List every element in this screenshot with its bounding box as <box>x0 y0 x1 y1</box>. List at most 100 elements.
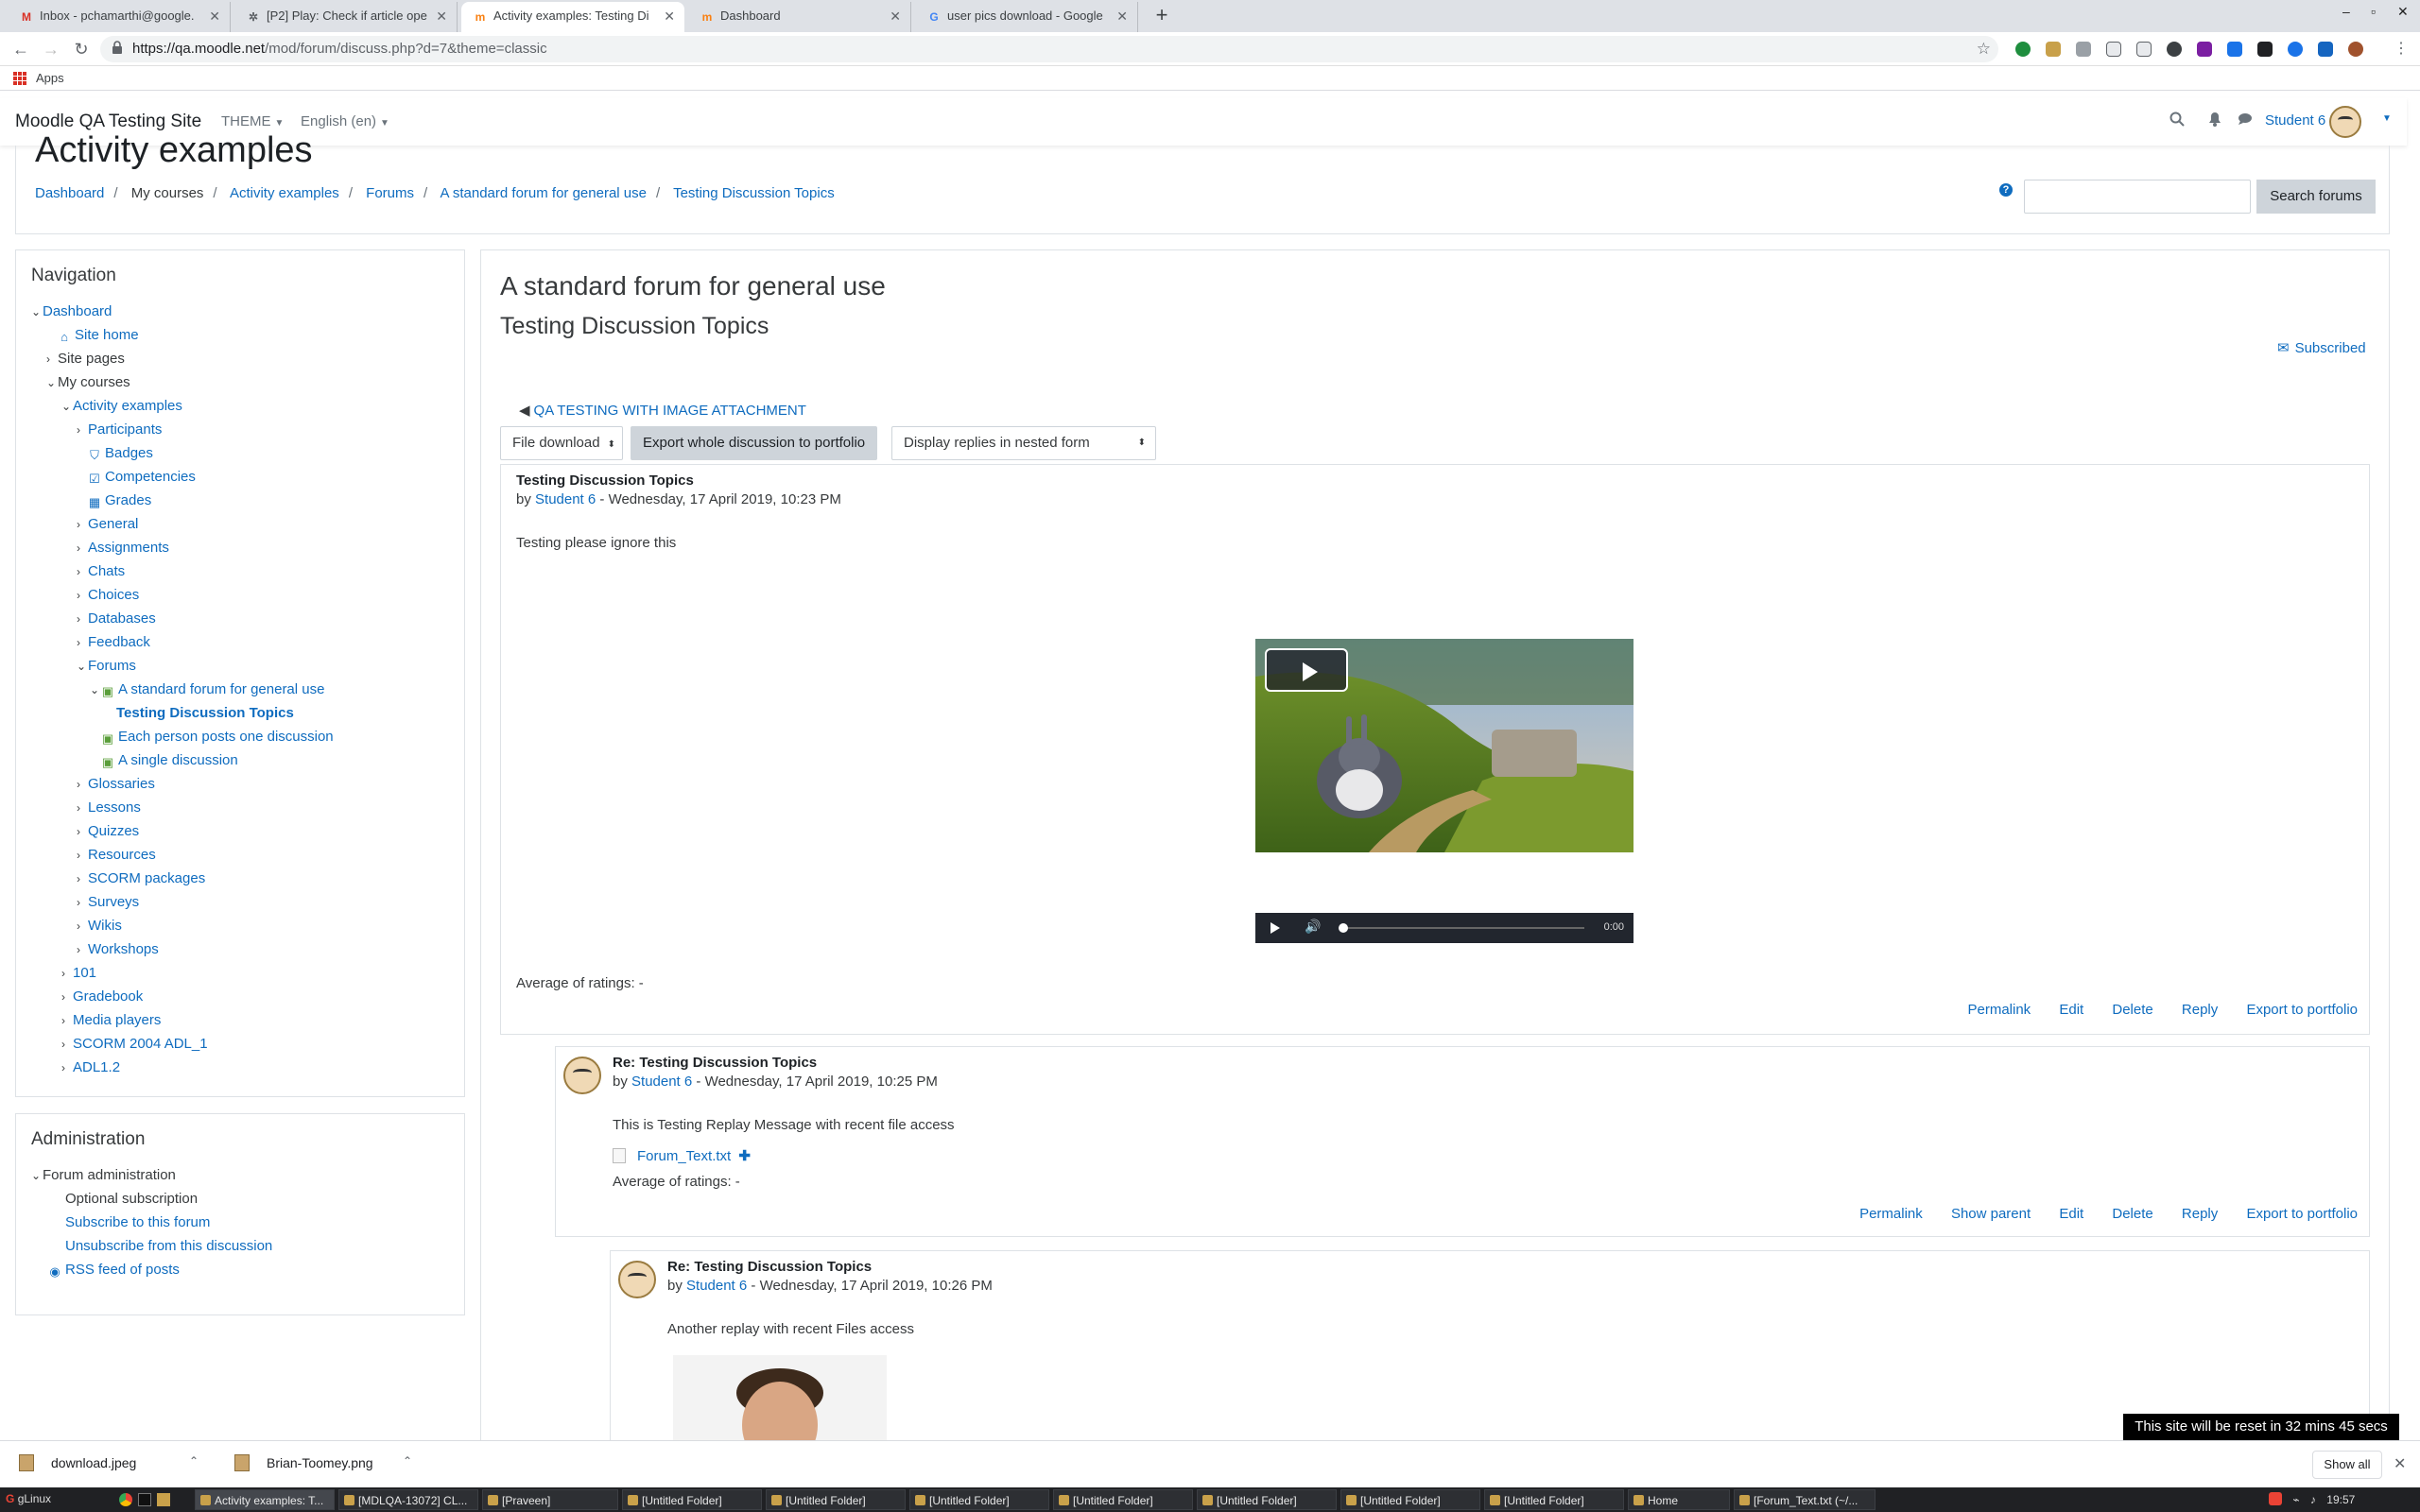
help-icon[interactable]: ? <box>1999 183 2013 197</box>
post-author-link[interactable]: Student 6 <box>631 1074 692 1090</box>
tab-google-search[interactable]: G user pics download - Google ✕ <box>915 2 1138 32</box>
theme-menu[interactable]: THEME ▼ <box>221 113 284 129</box>
search-forums-button[interactable]: Search forums <box>2256 180 2376 214</box>
admin-rss-feed[interactable]: ◉ RSS feed of posts <box>48 1262 180 1279</box>
nav-item-participants[interactable]: › Participants <box>77 421 162 438</box>
bookmark-star-icon[interactable]: ☆ <box>1977 36 1991 62</box>
export-discussion-button[interactable]: Export whole discussion to portfolio <box>631 426 878 460</box>
search-icon[interactable] <box>2167 112 2187 132</box>
nav-item-scorm-packages[interactable]: › SCORM packages <box>77 870 205 886</box>
site-brand[interactable]: Moodle QA Testing Site <box>15 112 201 132</box>
nav-item-my-courses[interactable]: ⌄ My courses <box>46 374 130 390</box>
back-icon[interactable]: ← <box>8 36 34 62</box>
chevron-right-icon[interactable]: › <box>77 612 88 626</box>
chevron-up-icon[interactable]: ⌃ <box>189 1454 199 1468</box>
chevron-right-icon[interactable]: › <box>77 896 88 909</box>
nav-item-site-home[interactable]: ⌂ Site home <box>46 327 138 344</box>
nav-item-assignments[interactable]: › Assignments <box>77 540 169 556</box>
profile-avatar-icon[interactable] <box>2348 42 2363 57</box>
extension-icon[interactable] <box>2015 42 2031 57</box>
extension-icon[interactable] <box>2167 42 2182 57</box>
chevron-down-icon[interactable]: ⌄ <box>61 400 73 413</box>
post-author-link[interactable]: Student 6 <box>535 491 596 507</box>
apps-bookmark[interactable]: Apps <box>36 71 64 85</box>
taskbar-window-button[interactable]: [Untitled Folder] <box>1197 1489 1337 1510</box>
permalink-link[interactable]: Permalink <box>1967 1002 2031 1018</box>
user-menu-caret-icon[interactable]: ▼ <box>2382 113 2392 124</box>
nav-item-scorm-2004-adl-1[interactable]: › SCORM 2004 ADL_1 <box>61 1036 208 1052</box>
nav-item-wikis[interactable]: › Wikis <box>77 918 122 934</box>
nav-item-glossaries[interactable]: › Glossaries <box>77 776 155 792</box>
apps-grid-icon[interactable] <box>13 72 26 85</box>
edit-link[interactable]: Edit <box>2059 1002 2083 1018</box>
start-menu[interactable]: G gLinux <box>6 1492 51 1505</box>
bell-icon[interactable] <box>2204 112 2225 132</box>
chevron-right-icon[interactable]: › <box>61 1061 73 1074</box>
audio-play-icon[interactable] <box>1270 922 1280 934</box>
nav-item-lessons[interactable]: › Lessons <box>77 799 141 816</box>
taskbar-window-button[interactable]: [MDLQA-13072] CL... <box>338 1489 478 1510</box>
breadcrumb-forums[interactable]: Forums <box>366 185 414 201</box>
nav-item-feedback[interactable]: › Feedback <box>77 634 150 650</box>
audio-player[interactable]: 🔊 0:00 <box>1255 913 1634 943</box>
display-mode-select[interactable]: Display replies in nested form ⬍ <box>891 426 1156 460</box>
taskbar-window-button[interactable]: [Untitled Folder] <box>909 1489 1049 1510</box>
user-avatar[interactable] <box>2329 106 2361 138</box>
chevron-down-icon[interactable]: ⌄ <box>31 305 43 318</box>
nav-item-competencies[interactable]: ☑ Competencies <box>77 469 196 486</box>
extension-icon[interactable] <box>2136 42 2152 57</box>
tab-bug[interactable]: ✲ [P2] Play: Check if article ope ✕ <box>234 2 458 32</box>
taskbar-window-button[interactable]: [Untitled Folder] <box>1053 1489 1193 1510</box>
reply-link[interactable]: Reply <box>2182 1002 2218 1018</box>
export-to-portfolio-link[interactable]: Export to portfolio <box>2246 1002 2358 1018</box>
previous-discussion-link[interactable]: ◀ QA TESTING WITH IMAGE ATTACHMENT <box>519 402 806 419</box>
taskbar-window-button[interactable]: Activity examples: T... <box>195 1489 335 1510</box>
edit-link[interactable]: Edit <box>2059 1206 2083 1222</box>
download-item[interactable]: download.jpeg ⌃ <box>19 1454 199 1471</box>
chevron-right-icon[interactable]: › <box>61 1014 73 1027</box>
delete-link[interactable]: Delete <box>2112 1206 2152 1222</box>
export-to-portfolio-link[interactable]: Export to portfolio <box>2246 1206 2358 1222</box>
nav-item-each-person-posts-one-discussion[interactable]: ▣ Each person posts one discussion <box>90 729 334 746</box>
nav-item-gradebook[interactable]: › Gradebook <box>61 988 143 1005</box>
nav-item-databases[interactable]: › Databases <box>77 610 156 627</box>
maximize-icon[interactable]: ▫ <box>2371 4 2376 19</box>
volume-tray-icon[interactable]: ♪ <box>2310 1493 2316 1506</box>
new-tab-button[interactable]: + <box>1148 2 1176 30</box>
reply-link[interactable]: Reply <box>2182 1206 2218 1222</box>
video-play-button[interactable] <box>1265 648 1348 692</box>
chevron-right-icon[interactable]: › <box>77 636 88 649</box>
chevron-right-icon[interactable]: › <box>77 589 88 602</box>
close-tab-icon[interactable]: ✕ <box>436 2 447 30</box>
messages-icon[interactable] <box>2235 112 2256 132</box>
nav-item-site-pages[interactable]: › Site pages <box>46 351 125 367</box>
close-tab-icon[interactable]: ✕ <box>1116 2 1128 30</box>
nav-item-a-standard-forum-for-general-use[interactable]: ⌄ ▣ A standard forum for general use <box>90 681 324 698</box>
admin-unsubscribe-discussion[interactable]: Unsubscribe from this discussion <box>65 1238 272 1254</box>
taskbar-window-button[interactable]: [Untitled Folder] <box>1484 1489 1624 1510</box>
delete-link[interactable]: Delete <box>2112 1002 2152 1018</box>
video-player[interactable] <box>1255 639 1634 852</box>
nav-item-dashboard[interactable]: ⌄ Dashboard <box>31 303 112 319</box>
browser-menu-icon[interactable]: ⋮ <box>2388 36 2414 62</box>
address-bar[interactable]: https://qa.moodle.net/mod/forum/discuss.… <box>100 36 1998 62</box>
files-launcher-icon[interactable] <box>157 1493 170 1506</box>
nav-item-101[interactable]: › 101 <box>61 965 96 981</box>
chevron-right-icon[interactable]: › <box>77 919 88 933</box>
forum-administration[interactable]: ⌄ Forum administration <box>31 1167 176 1183</box>
terminal-launcher-icon[interactable] <box>138 1493 151 1506</box>
subscribed-toggle[interactable]: ✉ Subscribed <box>2277 339 2366 356</box>
taskbar-window-button[interactable]: Home <box>1628 1489 1730 1510</box>
chevron-right-icon[interactable]: › <box>61 990 73 1004</box>
volume-icon[interactable]: 🔊 <box>1305 919 1321 935</box>
taskbar-window-button[interactable]: [Praveen] <box>482 1489 618 1510</box>
chevron-right-icon[interactable]: › <box>77 778 88 791</box>
admin-subscribe-forum[interactable]: Subscribe to this forum <box>65 1214 210 1230</box>
chevron-right-icon[interactable]: › <box>77 872 88 885</box>
extension-icon[interactable] <box>2257 42 2273 57</box>
breadcrumb-testing-discussion[interactable]: Testing Discussion Topics <box>673 185 835 201</box>
nav-item-workshops[interactable]: › Workshops <box>77 941 159 957</box>
close-tab-icon[interactable]: ✕ <box>209 2 220 30</box>
extension-icon[interactable] <box>2227 42 2242 57</box>
chevron-down-icon[interactable]: ⌄ <box>90 683 101 696</box>
